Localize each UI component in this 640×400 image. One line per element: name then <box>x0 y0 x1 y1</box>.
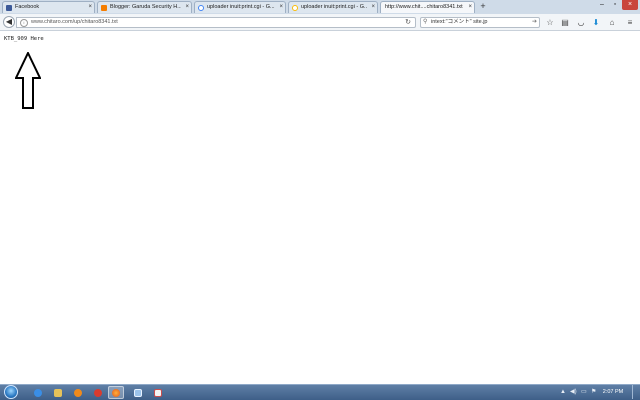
blogger-icon <box>101 5 107 11</box>
taskbar-app-paint[interactable] <box>150 386 166 399</box>
google-icon <box>292 5 298 11</box>
up-arrow-icon <box>15 52 41 109</box>
close-window-button[interactable]: × <box>622 0 638 10</box>
taskbar-media-player[interactable] <box>70 386 86 399</box>
firefox-icon <box>112 388 120 397</box>
close-tab-icon[interactable]: × <box>468 2 472 13</box>
taskbar-app-red[interactable] <box>90 386 106 399</box>
windows-taskbar: ▲ ◀) ▭ ⚑ 2:07 PM <box>0 384 640 400</box>
page-content: KTB_909 Here <box>0 32 640 384</box>
window-icon <box>134 388 142 397</box>
facebook-icon <box>6 5 12 11</box>
network-icon[interactable]: ▭ <box>581 387 587 397</box>
internet-explorer-icon <box>34 388 42 397</box>
back-button[interactable]: ◀ <box>3 16 15 28</box>
tab-facebook[interactable]: Facebook × <box>2 1 95 13</box>
site-info-icon[interactable]: i <box>20 19 28 27</box>
search-icon: ⚲ <box>423 19 428 25</box>
app-icon <box>94 388 102 397</box>
volume-icon[interactable]: ◀) <box>570 387 577 397</box>
clock[interactable]: 2:07 PM <box>600 385 626 399</box>
show-desktop-button[interactable] <box>632 385 639 399</box>
url-bar[interactable]: i www.chitaro.com/up/chitaro8341.txt ↻ <box>16 17 416 28</box>
menu-icon[interactable]: ≡ <box>625 17 635 28</box>
tab-label: uploader inuit:print.cgi - G... <box>301 4 367 10</box>
search-bar[interactable]: ⚲ intext:"コメント" site.jp ➔ <box>420 17 540 28</box>
tab-strip: Facebook × Blogger: Garuda Security H...… <box>0 0 640 14</box>
google-icon <box>198 5 204 11</box>
close-tab-icon[interactable]: × <box>279 2 283 13</box>
taskbar-firefox[interactable] <box>108 386 124 399</box>
url-text[interactable]: www.chitaro.com/up/chitaro8341.txt <box>31 18 118 27</box>
taskbar-ie[interactable] <box>30 386 46 399</box>
tab-uploader-1[interactable]: uploader inuit:print.cgi - G... × <box>194 1 286 13</box>
document-text: KTB_909 Here <box>4 36 44 42</box>
tab-label: uploader inuit:print.cgi - G... <box>207 4 275 10</box>
maximize-button[interactable]: ▫ <box>609 0 621 10</box>
bookmark-star-icon[interactable]: ☆ <box>545 17 555 28</box>
tab-label: Blogger: Garuda Security H... <box>110 4 181 10</box>
download-icon[interactable]: ⬇ <box>591 17 601 28</box>
new-tab-button[interactable]: + <box>478 1 488 13</box>
tab-uploader-2[interactable]: uploader inuit:print.cgi - G... × <box>288 1 378 13</box>
taskbar-app-window[interactable] <box>130 386 146 399</box>
close-tab-icon[interactable]: × <box>88 2 92 13</box>
start-button[interactable] <box>4 385 18 399</box>
home-icon[interactable]: ⌂ <box>607 17 617 28</box>
tab-chitaro-txt[interactable]: http://www.chit....chitaro8341.txt × <box>380 1 475 13</box>
tray-expand-icon[interactable]: ▲ <box>560 387 566 397</box>
taskbar-explorer[interactable] <box>50 386 66 399</box>
search-input[interactable]: intext:"コメント" site.jp <box>431 18 487 27</box>
search-go-icon[interactable]: ➔ <box>532 18 537 27</box>
paint-icon <box>154 388 162 397</box>
flag-icon[interactable]: ⚑ <box>591 387 596 397</box>
close-tab-icon[interactable]: × <box>185 2 189 13</box>
media-player-icon <box>74 388 82 397</box>
folder-icon <box>54 388 62 397</box>
tab-label: http://www.chit....chitaro8341.txt <box>385 4 463 10</box>
pocket-icon[interactable]: ◡ <box>576 17 586 28</box>
back-arrow-icon: ◀ <box>5 17 13 26</box>
close-tab-icon[interactable]: × <box>371 2 375 13</box>
navigation-toolbar: ◀ i www.chitaro.com/up/chitaro8341.txt ↻… <box>0 14 640 31</box>
bookmarks-menu-icon[interactable]: ▤ <box>560 17 570 28</box>
minimize-button[interactable]: – <box>596 0 608 10</box>
tab-blogger[interactable]: Blogger: Garuda Security H... × <box>97 1 192 13</box>
tab-label: Facebook <box>15 4 40 10</box>
reload-icon[interactable]: ↻ <box>405 18 411 27</box>
